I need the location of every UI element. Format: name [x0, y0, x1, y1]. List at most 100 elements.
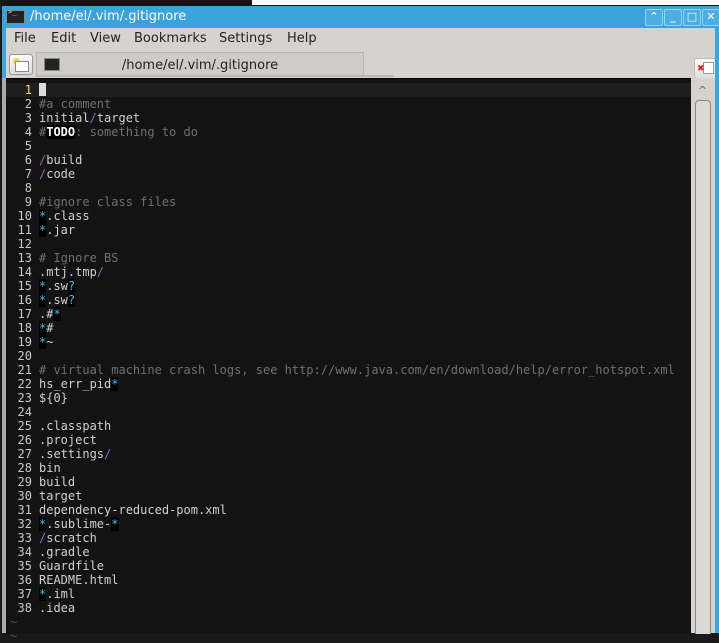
line-number: 36 [17, 573, 32, 587]
editor-line[interactable]: 7/code [10, 167, 675, 181]
line-text: Guardfile [39, 559, 105, 573]
editor-line[interactable]: 13 # Ignore BS [10, 251, 675, 265]
line-text: build [39, 475, 76, 489]
line-number: 37 [17, 587, 32, 601]
close-button[interactable]: ✕ [702, 9, 719, 26]
keep-above-button[interactable]: ⌃ [645, 9, 663, 26]
text-cursor [39, 83, 46, 96]
line-number: 35 [17, 559, 32, 573]
menu-edit[interactable]: Edit [51, 31, 76, 46]
terminal-view[interactable]: 1 2 #a comment 3 initial/target 4 #TODO: somet… [6, 78, 691, 643]
line-text: *.sw? [39, 293, 76, 307]
editor-line[interactable]: 9 #ignore class files [10, 195, 675, 209]
editor-line[interactable]: 23 ${0} [10, 391, 675, 405]
editor-line[interactable]: 21 # virtual machine crash logs, see http… [10, 363, 675, 377]
editor-line[interactable]: 8 [10, 181, 675, 195]
editor-line[interactable]: 37 *.iml [10, 587, 675, 601]
editor-line[interactable]: 16 *.sw? [10, 293, 675, 307]
editor-line[interactable]: 5 [10, 139, 675, 153]
editor-line[interactable]: 28 bin [10, 461, 675, 475]
line-number: 2 [24, 97, 32, 111]
line-text: *~ [39, 335, 54, 349]
menu-view[interactable]: View [90, 31, 121, 46]
editor-line[interactable]: 14 .mtj.tmp/ [10, 265, 675, 279]
editor-line[interactable]: 4 #TODO: something to do [10, 125, 675, 139]
line-text: hs_err_pid* [39, 377, 119, 391]
line-text: # virtual machine crash logs, see http:/… [39, 363, 675, 377]
editor-line[interactable]: 36 README.html [10, 573, 675, 587]
line-text: /build [39, 153, 83, 167]
tab-gitignore[interactable]: /home/el/.vim/.gitignore [36, 52, 364, 77]
menu-settings[interactable]: Settings [219, 31, 272, 46]
line-number: 33 [17, 531, 32, 545]
tab-divider [36, 75, 394, 77]
line-number: 31 [17, 503, 32, 517]
line-number: 4 [24, 125, 32, 139]
line-text: /code [39, 167, 76, 181]
editor-line[interactable]: 20 [10, 349, 675, 363]
title-bar[interactable]: /home/el/.vim/.gitignore ⌃ _ □ ✕ [2, 6, 719, 28]
line-number: 10 [17, 209, 32, 223]
maximize-button[interactable]: □ [683, 9, 701, 26]
editor-line[interactable]: 2 #a comment [10, 97, 675, 111]
menu-help[interactable]: Help [287, 31, 317, 46]
line-text: initial/target [39, 111, 141, 125]
editor-line[interactable]: 15 *.sw? [10, 279, 675, 293]
editor-line[interactable]: 27 .settings/ [10, 447, 675, 461]
line-number: 6 [24, 153, 32, 167]
editor-line[interactable]: 26 .project [10, 433, 675, 447]
line-number: 23 [17, 391, 32, 405]
scrollbar-thumb[interactable] [695, 100, 711, 634]
editor-line[interactable]: 33/scratch [10, 531, 675, 545]
line-number: 19 [17, 335, 32, 349]
editor-line[interactable]: 35 Guardfile [10, 559, 675, 573]
editor-line[interactable]: 30 target [10, 489, 675, 503]
scroll-up-icon[interactable]: ^ [698, 84, 707, 97]
editor-line[interactable]: 25 .classpath [10, 419, 675, 433]
line-text: .classpath [39, 419, 112, 433]
line-number: 32 [17, 517, 32, 531]
editor-line[interactable]: 1 [10, 83, 675, 97]
editor-lines[interactable]: 1 2 #a comment 3 initial/target 4 #TODO: somet… [10, 83, 675, 643]
line-text: .#* [39, 307, 61, 321]
line-number: 3 [24, 111, 32, 125]
desktop-background-window [252, 0, 719, 5]
editor-line[interactable]: 3 initial/target [10, 111, 675, 125]
terminal-icon [6, 8, 25, 24]
editor-line[interactable]: 10 *.class [10, 209, 675, 223]
close-tab-button[interactable] [694, 58, 717, 79]
menu-bookmarks[interactable]: Bookmarks [134, 31, 207, 46]
vertical-scrollbar[interactable]: ^ [691, 78, 715, 634]
menu-file[interactable]: File [14, 31, 36, 46]
line-number: 11 [17, 223, 32, 237]
line-number: 21 [17, 363, 32, 377]
line-text: .settings/ [39, 447, 112, 461]
editor-line[interactable]: 19 *~ [10, 335, 675, 349]
editor-line[interactable]: 6/build [10, 153, 675, 167]
editor-line[interactable]: 32 *.sublime-* [10, 517, 675, 531]
minimize-button[interactable]: _ [664, 9, 682, 26]
editor-line[interactable]: 18 *# [10, 321, 675, 335]
line-number: 12 [17, 237, 32, 251]
line-number: 27 [17, 447, 32, 461]
line-text: # Ignore BS [39, 251, 119, 265]
new-tab-button[interactable] [9, 54, 33, 75]
editor-line[interactable]: 11 *.jar [10, 223, 675, 237]
editor-line[interactable]: 24 [10, 405, 675, 419]
editor-line[interactable]: 12 [10, 237, 675, 251]
editor-line[interactable]: 29 build [10, 475, 675, 489]
line-number: 30 [17, 489, 32, 503]
line-text: README.html [39, 573, 119, 587]
editor-line[interactable]: 22 hs_err_pid* [10, 377, 675, 391]
line-text: /scratch [39, 531, 97, 545]
editor-line[interactable]: 17 .#* [10, 307, 675, 321]
editor-line[interactable]: 38 .idea [10, 601, 675, 615]
line-number: 5 [24, 139, 32, 153]
line-number: 20 [17, 349, 32, 363]
line-text: *.sublime-* [39, 517, 119, 531]
line-text: .project [39, 433, 97, 447]
line-text: dependency-reduced-pom.xml [39, 503, 227, 517]
editor-line[interactable]: 34 .gradle [10, 545, 675, 559]
editor-line[interactable]: 31 dependency-reduced-pom.xml [10, 503, 675, 517]
line-number: 17 [17, 307, 32, 321]
